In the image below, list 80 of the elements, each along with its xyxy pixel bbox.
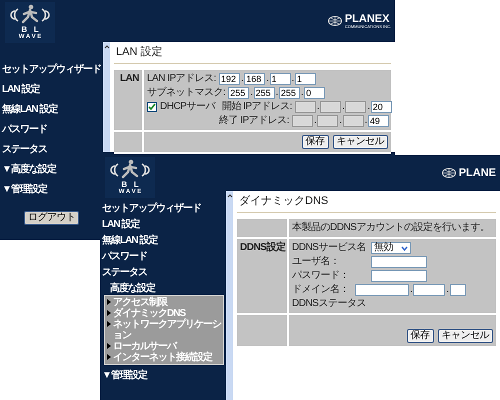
input-field[interactable]: [450, 284, 466, 296]
form-button[interactable]: 保存: [406, 329, 434, 344]
sidebar-link[interactable]: ▼管理設定: [100, 370, 147, 381]
dot-separator: .: [276, 87, 278, 100]
dot-separator: .: [410, 284, 412, 296]
scrollbar[interactable]: [226, 191, 233, 400]
sidebar-link[interactable]: LAN 設定: [0, 84, 40, 95]
dot-separator: .: [266, 73, 269, 86]
dot-separator: .: [367, 101, 370, 114]
form-button[interactable]: キャンセル: [332, 135, 388, 150]
sidebar-link[interactable]: ▼管理設定: [0, 184, 47, 195]
octet-field[interactable]: 49: [368, 115, 389, 128]
dot-separator: .: [316, 101, 320, 114]
field-label: ユーザ名：: [292, 256, 340, 268]
section-label: DDNS設定: [237, 239, 289, 314]
dot-separator: .: [250, 87, 253, 100]
runner-icon: [108, 159, 152, 181]
field-label: DDNSサービス名: [292, 242, 367, 254]
panel-title: LAN 設定: [114, 45, 391, 64]
octet-field[interactable]: 255: [228, 87, 250, 100]
sidebar-link[interactable]: パスワード: [0, 124, 47, 135]
form-text: 本製品のDDNSアカウントの設定を行います。: [292, 222, 490, 234]
input-field[interactable]: [413, 284, 446, 296]
brand-name: PLANEX: [344, 14, 390, 24]
panel-title: ダイナミックDNS: [237, 194, 496, 214]
checkbox[interactable]: [147, 102, 157, 112]
dot-separator: .: [292, 73, 294, 86]
brand-name: PLANE: [458, 168, 496, 178]
sidebar-link[interactable]: 無線LAN 設定: [0, 104, 58, 115]
sidebar-link[interactable]: 無線LAN 設定: [100, 236, 158, 246]
check-icon: [148, 103, 156, 112]
field-label: LAN IPアドレス:: [147, 73, 216, 86]
dropdown-value: 無効: [374, 242, 393, 254]
octet-field[interactable]: 255: [278, 87, 300, 100]
scrollbar[interactable]: [103, 42, 110, 152]
dot-separator: .: [240, 73, 244, 86]
field-label: パスワード：: [292, 270, 350, 282]
checkbox-label: DHCPサーバ: [160, 101, 215, 114]
octet-field[interactable]: 0: [304, 87, 326, 100]
form-button[interactable]: キャンセル: [438, 329, 493, 344]
octet-field[interactable]: 192: [218, 73, 240, 86]
sidebar-link[interactable]: ステータス: [100, 268, 147, 278]
field-label: 終了 IPアドレス:: [219, 115, 290, 128]
caret-icon: [401, 246, 408, 251]
globe-icon: [442, 168, 456, 178]
logo-letters: B L: [21, 26, 39, 34]
globe-icon: [328, 16, 342, 26]
field-label: 開始 IPアドレス:: [222, 101, 292, 114]
input-field[interactable]: [355, 284, 409, 296]
field-label: ドメイン名：: [292, 284, 350, 296]
sidebar-link[interactable]: ▼高度な設定: [0, 164, 56, 175]
dot-separator: .: [446, 284, 449, 296]
input-field[interactable]: [371, 256, 427, 268]
sidebar-link[interactable]: LAN 設定: [100, 220, 140, 230]
section-label: LAN: [114, 70, 144, 130]
form-button[interactable]: 保存: [302, 135, 328, 150]
octet-field[interactable]: 20: [370, 101, 392, 114]
logo-letters: B L: [121, 181, 139, 189]
dot-separator: .: [364, 115, 367, 128]
sidebar-link[interactable]: セットアップウィザード: [0, 64, 101, 75]
dot-separator: .: [300, 87, 304, 100]
octet-field[interactable]: 255: [254, 87, 275, 100]
octet-field[interactable]: 1: [270, 73, 291, 86]
field-label: サブネットマスク:: [147, 87, 226, 100]
dot-separator: .: [342, 101, 344, 114]
sidebar-link[interactable]: パスワード: [100, 252, 147, 262]
form-text: DDNSステータス: [292, 298, 366, 310]
sidebar-link[interactable]: ステータス: [0, 144, 47, 155]
dropdown-field[interactable]: 無効: [371, 242, 411, 254]
octet-field[interactable]: 1: [294, 73, 316, 86]
octet-field[interactable]: 168: [244, 73, 266, 86]
scroll-up-icon[interactable]: [226, 193, 232, 199]
logout-button[interactable]: ログアウト: [24, 210, 80, 225]
runner-icon: [8, 4, 52, 26]
sidebar-link[interactable]: セットアップウィザード: [100, 204, 201, 214]
scroll-up-icon[interactable]: [104, 44, 110, 50]
dot-separator: .: [339, 115, 342, 128]
input-field[interactable]: [371, 270, 427, 282]
dot-separator: .: [314, 115, 316, 128]
sidebar-heading[interactable]: 高度な設定: [100, 284, 155, 294]
